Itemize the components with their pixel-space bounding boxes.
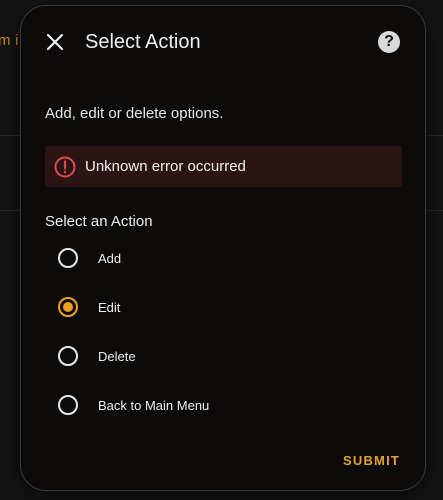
dialog-title: Select Action <box>85 31 201 53</box>
radio-label: Edit <box>98 299 121 315</box>
help-icon: ? <box>384 33 394 50</box>
error-alert: Unknown error occurred <box>45 146 402 187</box>
radio-label: Back to Main Menu <box>98 397 210 413</box>
close-button[interactable] <box>41 28 69 56</box>
radio-option-add[interactable]: Add <box>58 246 121 270</box>
radio-button[interactable] <box>58 346 78 366</box>
action-group-label: Select an Action <box>45 213 153 230</box>
submit-button[interactable]: SUBMIT <box>343 453 400 468</box>
select-action-dialog: Select Action ? Add, edit or delete opti… <box>20 5 426 491</box>
error-message: Unknown error occurred <box>85 158 246 175</box>
radio-label: Add <box>98 250 122 266</box>
radio-option-back-to-main-menu[interactable]: Back to Main Menu <box>58 393 209 417</box>
radio-button-selected[interactable] <box>58 297 78 317</box>
radio-button[interactable] <box>58 395 78 415</box>
radio-button[interactable] <box>58 248 78 268</box>
error-circle-icon <box>54 156 76 178</box>
close-icon <box>46 33 64 51</box>
background-text: m i <box>0 32 19 49</box>
help-button[interactable]: ? <box>378 31 400 53</box>
radio-label: Delete <box>98 348 136 364</box>
radio-option-delete[interactable]: Delete <box>58 344 136 368</box>
dialog-description: Add, edit or delete options. <box>45 105 224 122</box>
radio-option-edit[interactable]: Edit <box>58 295 120 319</box>
radio-selected-dot <box>63 302 73 312</box>
